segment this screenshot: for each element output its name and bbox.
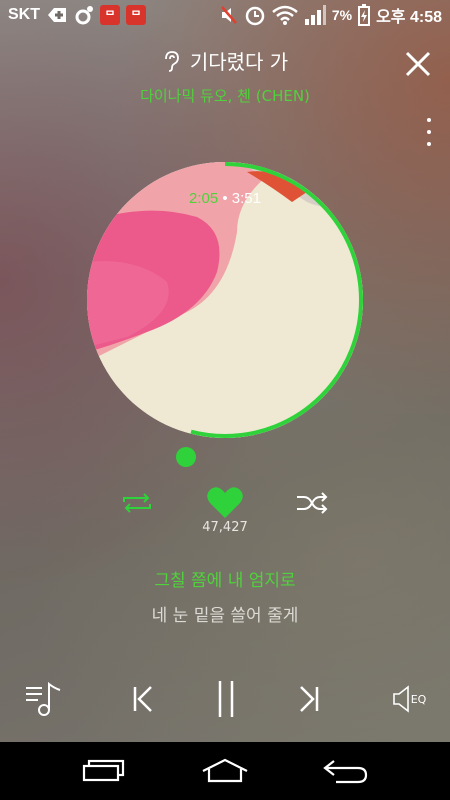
recent-apps-icon xyxy=(82,759,125,782)
plus-notification-icon xyxy=(48,8,66,22)
pause-icon xyxy=(218,681,234,717)
app-notification-icon: ᄆ xyxy=(126,5,146,25)
song-header: 기다렸다 가 다이나믹 듀오, 첸 (CHEN) xyxy=(0,46,450,106)
more-vertical-icon xyxy=(427,118,431,122)
back-button[interactable] xyxy=(316,752,376,790)
like-button[interactable] xyxy=(206,486,244,520)
song-title[interactable]: 기다렸다 가 xyxy=(190,46,288,75)
home-button[interactable] xyxy=(195,752,255,790)
eq-icon xyxy=(392,685,409,713)
time-separator: • xyxy=(222,190,228,207)
signal-icon xyxy=(304,5,326,25)
close-button[interactable] xyxy=(404,50,432,78)
next-icon xyxy=(300,686,319,712)
like-count: 47,427 xyxy=(202,520,248,535)
carrier-label: SKT xyxy=(8,6,40,23)
lyrics-panel[interactable]: 그칠 쯤에 내 엄지로 네 눈 밑을 쓸어 줄게 xyxy=(0,566,450,626)
shuffle-button[interactable] xyxy=(295,492,329,514)
time-elapsed: 2:05 xyxy=(188,190,219,207)
playlist-button[interactable] xyxy=(22,676,66,722)
previous-button[interactable] xyxy=(120,676,166,722)
app-notification-icon: ᄆ xyxy=(100,5,120,25)
wifi-icon xyxy=(272,5,298,25)
repeat-icon xyxy=(123,493,151,513)
artist-name[interactable]: 다이나믹 듀오, 첸 (CHEN) xyxy=(0,85,450,106)
playback-controls: EQ xyxy=(0,676,450,726)
eq-button[interactable]: EQ xyxy=(386,676,432,722)
pause-button[interactable] xyxy=(204,676,248,722)
mute-icon xyxy=(220,6,237,24)
close-icon xyxy=(405,51,431,77)
battery-percent: 7% xyxy=(331,7,353,23)
eq-label: EQ xyxy=(410,692,427,706)
recent-apps-button[interactable] xyxy=(74,752,134,790)
app-notification-glyph: ᄆ xyxy=(104,10,116,22)
next-button[interactable] xyxy=(286,676,332,722)
time-total: 3:51 xyxy=(231,190,261,207)
previous-icon xyxy=(133,686,152,712)
battery-charging-icon xyxy=(358,4,371,26)
clock: 오후 4:58 xyxy=(376,9,442,26)
more-vertical-icon xyxy=(427,130,431,134)
system-nav-bar xyxy=(0,742,450,800)
back-icon xyxy=(323,760,368,784)
action-row: 47,427 xyxy=(0,486,450,546)
time-display: 2:05 • 3:51 xyxy=(0,190,450,207)
more-options-button[interactable] xyxy=(422,118,436,146)
repeat-button[interactable] xyxy=(120,492,154,514)
app-notification-glyph: ᄆ xyxy=(130,10,142,22)
playlist-icon xyxy=(26,681,61,716)
hearing-icon xyxy=(164,50,179,72)
lyric-next-line[interactable]: 네 눈 밑을 쓸어 줄게 xyxy=(0,601,450,626)
heart-icon xyxy=(207,487,243,518)
shuffle-icon xyxy=(297,492,328,514)
status-bar: SKT ᄆ ᄆ 7% 오후 4:58 xyxy=(0,0,450,30)
more-vertical-icon xyxy=(427,142,431,146)
music-notification-icon xyxy=(75,6,93,25)
alarm-icon xyxy=(245,6,265,26)
lyric-current-line[interactable]: 그칠 쯤에 내 엄지로 xyxy=(0,566,450,591)
seek-handle[interactable] xyxy=(176,447,196,467)
home-icon xyxy=(202,758,248,783)
